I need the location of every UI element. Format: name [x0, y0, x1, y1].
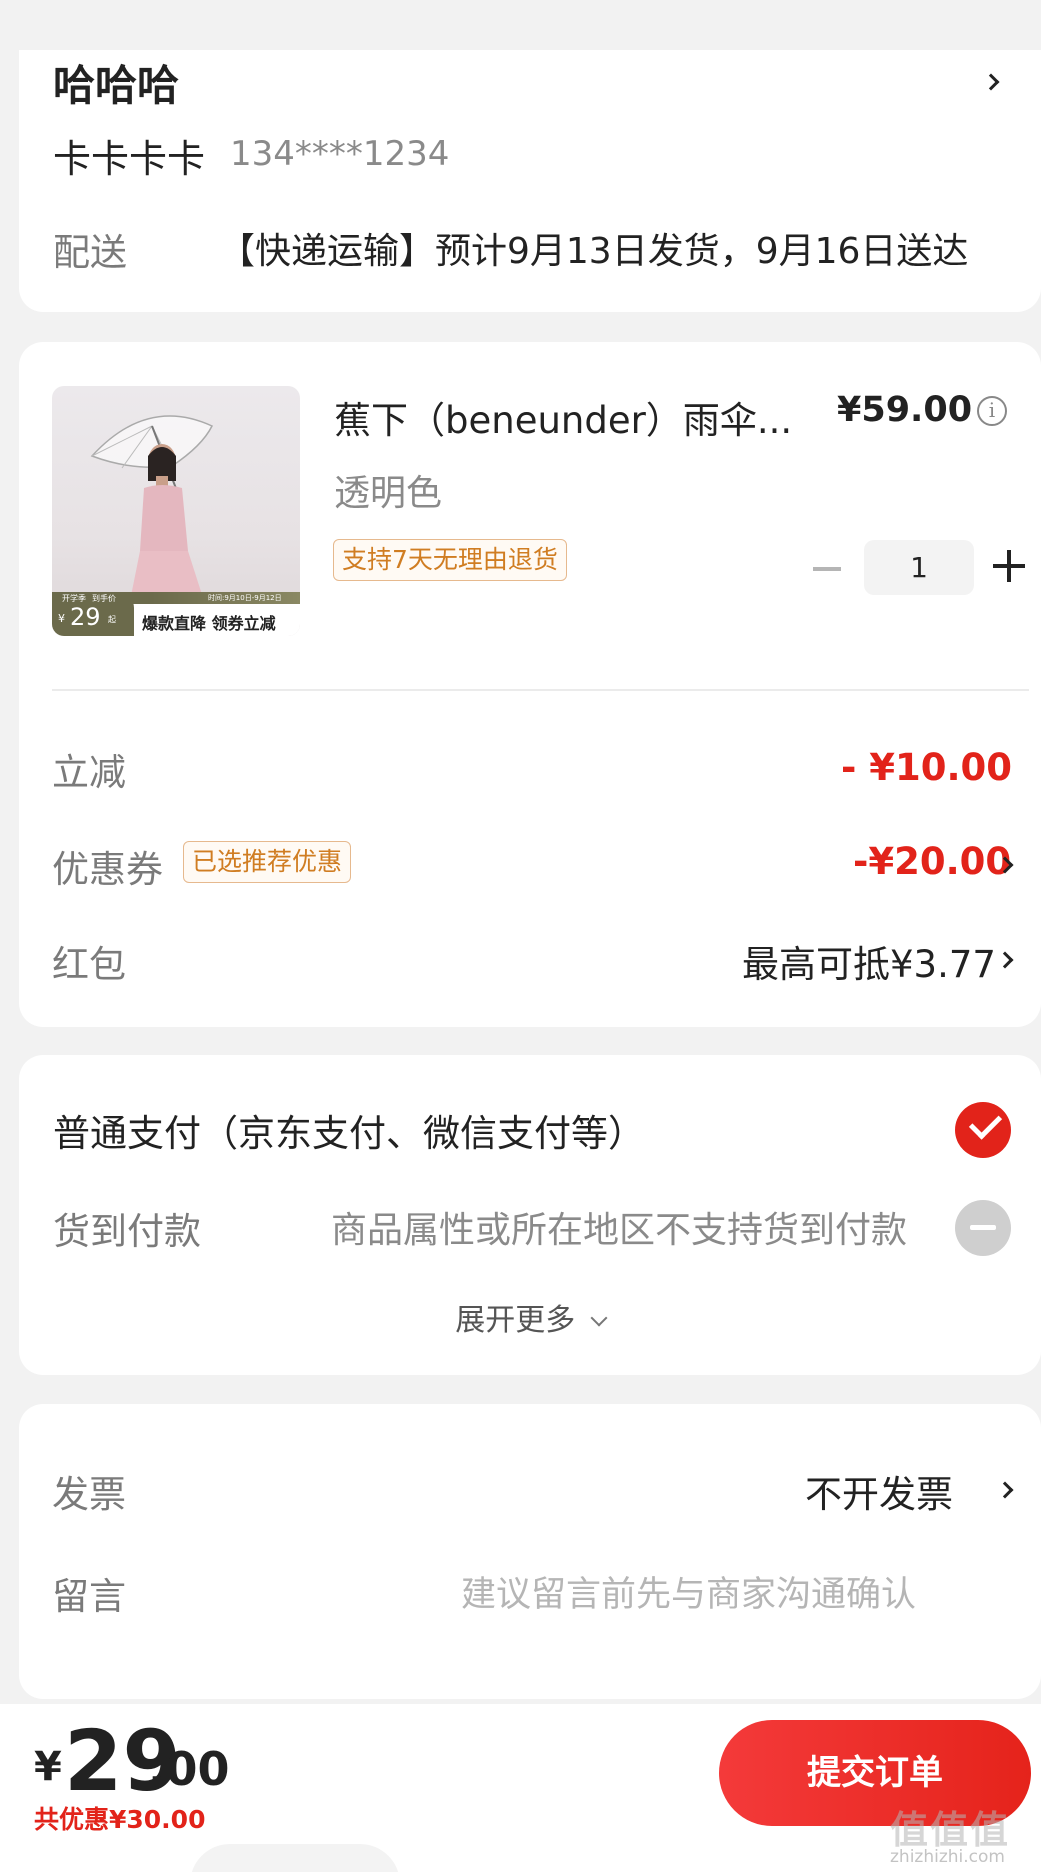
checkmark-icon[interactable] [955, 1102, 1011, 1158]
delivery-label: 配送 [53, 231, 127, 274]
promo-slogan: 爆款直降 领券立减 [142, 614, 276, 633]
coupon-value[interactable]: -¥20.00 [853, 840, 1011, 883]
coupon-selected-badge: 已选推荐优惠 [183, 841, 352, 883]
chevron-right-icon[interactable] [982, 73, 1000, 91]
chevron-right-icon[interactable] [996, 951, 1014, 969]
decrease-quantity-button[interactable] [813, 567, 841, 571]
promo-time: 时间:9月10日-9月12日 [208, 594, 282, 602]
instant-discount-value: - ¥10.00 [841, 746, 1013, 789]
promo-banner: 开学季 到手价 时间:9月10日-9月12日 ¥ 29 起 爆款直降 领券立减 [52, 592, 300, 636]
message-input[interactable]: 建议留言前先与商家沟通确认 [461, 1566, 916, 1617]
receiver-phone: 134****1234 [230, 134, 450, 174]
payment-option-cod: 货到付款 [53, 1210, 201, 1253]
expand-more-button[interactable]: 展开更多 [19, 1295, 1041, 1339]
watermark: 值值值 [890, 1808, 1011, 1852]
quantity-field[interactable]: 1 [864, 540, 974, 595]
coupon-label: 优惠券 [52, 848, 163, 891]
invoice-card: 发票 不开发票 留言 建议留言前先与商家沟通确认 [19, 1404, 1041, 1699]
expand-more-label: 展开更多 [455, 1303, 576, 1338]
delivery-info: 【快递运输】预计9月13日发货，9月16日送达 [219, 231, 969, 272]
instant-discount-label: 立减 [52, 751, 126, 794]
promo-price-prefix: ¥ [58, 612, 65, 625]
chevron-right-icon[interactable] [996, 1481, 1014, 1499]
divider [52, 689, 1029, 691]
total-savings: 共优惠¥30.00 [34, 1805, 206, 1834]
invoice-value[interactable]: 不开发票 [805, 1464, 953, 1518]
promo-price-suffix: 起 [108, 615, 116, 624]
payment-option-standard[interactable]: 普通支付（京东支付、微信支付等） [53, 1103, 645, 1157]
increase-quantity-button[interactable] [993, 550, 1025, 582]
product-image[interactable]: 开学季 到手价 时间:9月10日-9月12日 ¥ 29 起 爆款直降 领券立减 [52, 386, 300, 636]
address-card[interactable]: 哈哈哈 卡卡卡卡 134****1234 配送 【快递运输】预计9月13日发货，… [19, 50, 1041, 312]
address-title: 哈哈哈 [53, 61, 180, 110]
invoice-label: 发票 [52, 1473, 126, 1516]
product-variant: 透明色 [334, 473, 443, 514]
checkout-bar: ¥ 29 .00 共优惠¥30.00 提交订单 值值值 zhizhizhi.co… [0, 1704, 1041, 1872]
payment-card: 普通支付（京东支付、微信支付等） 货到付款 商品属性或所在地区不支持货到付款 展… [19, 1055, 1041, 1375]
home-indicator [190, 1844, 400, 1872]
message-label: 留言 [52, 1575, 126, 1618]
disabled-icon [955, 1200, 1011, 1256]
promo-price: 29 [70, 603, 101, 631]
chevron-down-icon [590, 1309, 608, 1327]
watermark-url: zhizhizhi.com [890, 1847, 1005, 1867]
return-policy-badge: 支持7天无理由退货 [333, 539, 567, 581]
product-card: 开学季 到手价 时间:9月10日-9月12日 ¥ 29 起 爆款直降 领券立减 … [19, 342, 1041, 1027]
cod-unavailable-note: 商品属性或所在地区不支持货到付款 [331, 1210, 908, 1251]
redpacket-value[interactable]: 最高可抵¥3.77 [742, 934, 996, 988]
redpacket-label: 红包 [52, 943, 126, 986]
receiver-name: 卡卡卡卡 [53, 137, 206, 181]
product-price: ¥59.00 [837, 390, 973, 430]
currency-symbol: ¥ [34, 1744, 62, 1790]
info-icon[interactable]: i [977, 396, 1007, 426]
product-title[interactable]: 蕉下（beneunder）雨伞... [334, 390, 792, 444]
total-decimal: .00 [148, 1742, 230, 1796]
